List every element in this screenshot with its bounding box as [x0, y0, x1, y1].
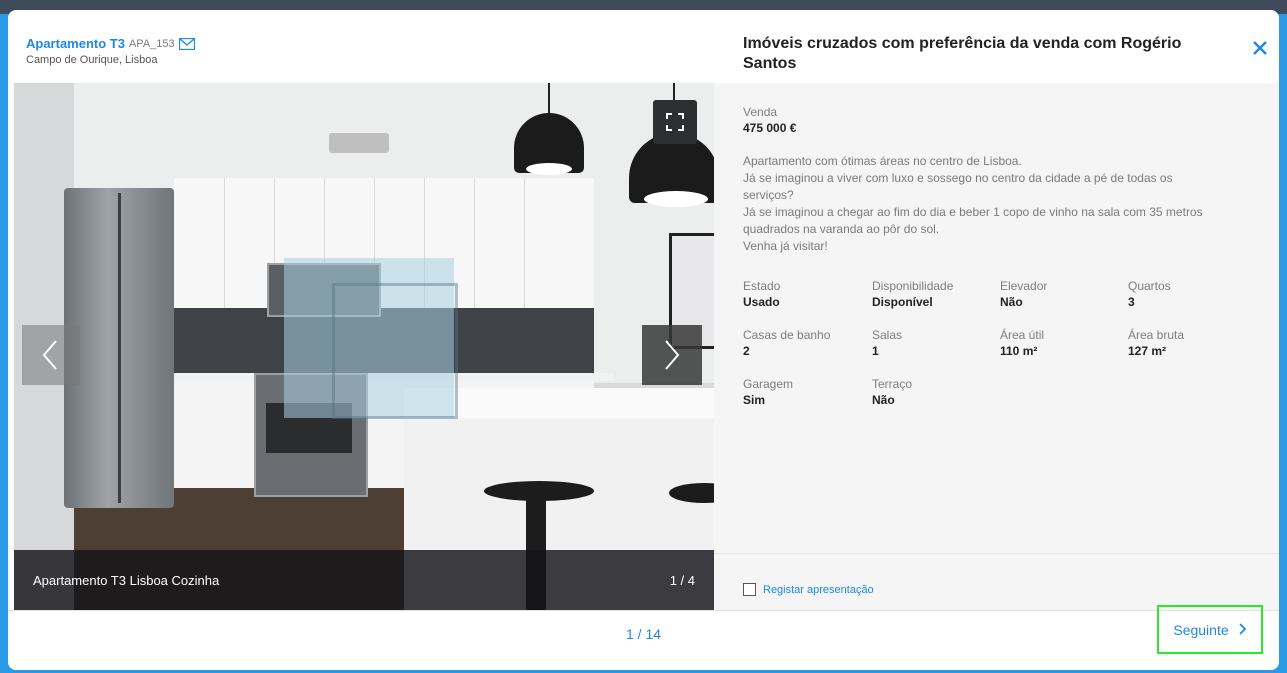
chevron-right-icon — [665, 340, 680, 370]
attribute-casas-de-banho: Casas de banho 2 — [743, 328, 830, 358]
property-reference: APA_153 — [128, 37, 175, 50]
register-presentation[interactable]: Registar apresentação — [743, 583, 874, 596]
description-line: quadrados na varanda ao pôr do sol. — [743, 222, 940, 236]
next-photo-button[interactable] — [642, 325, 702, 385]
description-line: Já se imaginou a chegar ao fim do dia e … — [743, 205, 1203, 219]
photo-watermark-frame — [332, 283, 458, 419]
previous-photo-button[interactable] — [22, 325, 80, 385]
attribute-area-bruta: Área bruta 127 m² — [1128, 328, 1184, 358]
description-line: Venha já visitar! — [743, 239, 828, 253]
pagination-counter: 1 / 14 — [625, 626, 662, 642]
chevron-left-icon — [42, 340, 57, 370]
property-match-dialog: Apartamento T3 APA_153 Campo de Ourique,… — [8, 10, 1279, 670]
photo-cabinet-line — [524, 178, 525, 308]
fullscreen-icon — [666, 113, 684, 131]
dialog-title: Imóveis cruzados com preferência da vend… — [743, 35, 1182, 72]
attribute-label: Casas de banho — [743, 328, 831, 342]
attribute-label: Quartos — [1128, 279, 1171, 293]
attribute-quartos: Quartos 3 — [1128, 279, 1171, 309]
property-header: Apartamento T3 APA_153 Campo de Ourique,… — [26, 36, 195, 66]
attribute-estado: Estado Usado — [743, 279, 780, 309]
property-title-line: Apartamento T3 APA_153 — [26, 36, 195, 51]
close-icon — [1253, 41, 1267, 55]
description-line: Apartamento com ótimas áreas no centro d… — [743, 154, 1022, 168]
attribute-value: 2 — [743, 344, 750, 358]
attribute-value: Disponível — [872, 295, 933, 309]
photo-pendant-glow — [644, 191, 708, 207]
attribute-label: Estado — [743, 279, 781, 293]
attribute-label: Elevador — [1000, 279, 1048, 293]
attribute-terraco: Terraço Não — [872, 377, 912, 407]
attribute-label: Garagem — [743, 377, 794, 391]
attribute-value: Usado — [743, 295, 780, 309]
property-photo — [14, 83, 714, 610]
details-divider — [714, 553, 1279, 554]
sale-label: Venda — [743, 105, 778, 119]
photo-cabinet-line — [224, 178, 225, 308]
attribute-value: 127 m² — [1128, 344, 1167, 358]
attribute-label: Área útil — [1000, 328, 1045, 342]
register-label[interactable]: Registar apresentação — [763, 584, 874, 596]
photo-pendant-glow — [526, 163, 572, 175]
attribute-value: 110 m² — [1000, 344, 1038, 358]
attribute-value: Sim — [743, 393, 766, 407]
attribute-value: 1 — [872, 344, 879, 358]
attribute-area-util: Área útil 110 m² — [1000, 328, 1044, 358]
next-button-label[interactable]: Seguinte — [1173, 622, 1228, 638]
attribute-value: Não — [1000, 295, 1023, 309]
photo-caption: Apartamento T3 Lisboa Cozinha — [33, 573, 220, 588]
mail-icon[interactable] — [178, 37, 195, 50]
footer-divider — [8, 610, 1279, 611]
close-button[interactable] — [1248, 36, 1272, 60]
attribute-garagem: Garagem Sim — [743, 377, 793, 407]
property-description: Apartamento com ótimas áreas no centro d… — [743, 153, 1263, 255]
attribute-disponibilidade: Disponibilidade Disponível — [872, 279, 953, 309]
property-details: Venda 475 000 € Apartamento com ótimas á… — [714, 83, 1279, 610]
description-line: serviços? — [743, 188, 794, 202]
attribute-value: 3 — [1128, 295, 1135, 309]
attribute-salas: Salas 1 — [872, 328, 902, 358]
next-button[interactable]: Seguinte — [1157, 605, 1263, 654]
photo-cabinet-line — [474, 178, 475, 308]
attribute-label: Disponibilidade — [872, 279, 954, 293]
property-title-link[interactable]: Apartamento T3 — [26, 36, 125, 51]
fullscreen-button[interactable] — [653, 100, 697, 144]
register-checkbox[interactable] — [743, 583, 756, 596]
property-location: Campo de Ourique, Lisboa — [26, 54, 158, 66]
attribute-label: Área bruta — [1128, 328, 1185, 342]
photo-pendant-cord — [548, 83, 550, 115]
sale-price: 475 000 € — [743, 121, 797, 135]
photo-ceiling-light — [329, 133, 389, 153]
sale-info: Venda 475 000 € — [743, 105, 796, 135]
photo-counter: 1 / 4 — [669, 573, 695, 588]
chevron-right-icon — [1238, 622, 1247, 638]
photo-fridge-split — [118, 193, 121, 503]
attribute-label: Salas — [872, 328, 903, 342]
attribute-label: Terraço — [872, 377, 913, 391]
description-line: Já se imaginou a viver com luxo e sosseg… — [743, 171, 1173, 185]
photo-caption-bar: Apartamento T3 Lisboa Cozinha 1 / 4 — [14, 550, 714, 610]
attribute-elevador: Elevador Não — [1000, 279, 1047, 309]
attribute-value: Não — [872, 393, 895, 407]
